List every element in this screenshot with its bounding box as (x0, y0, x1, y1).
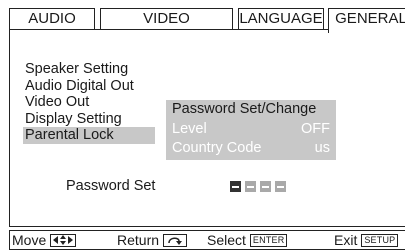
arrow-pad-icon (50, 233, 77, 247)
tab-language[interactable]: LANGUAGE (238, 8, 324, 30)
password-digit-box[interactable] (260, 181, 271, 192)
submenu-label: Level (172, 121, 207, 137)
menu-item-video-out[interactable]: Video Out (25, 94, 155, 111)
setup-key-label: SETUP (361, 233, 399, 247)
password-digit-box[interactable] (275, 181, 286, 192)
tab-bar: AUDIO VIDEO LANGUAGE GENERAL (9, 8, 405, 33)
submenu-password-set-change[interactable]: Password Set/Change (172, 100, 330, 118)
return-arrow-icon (163, 233, 188, 247)
password-digit-box[interactable] (245, 181, 256, 192)
submenu-level[interactable]: Level OFF (172, 120, 330, 138)
settings-menu: Speaker Setting Audio Digital Out Video … (23, 61, 155, 144)
move-hint: Move (12, 232, 77, 248)
exit-label: Exit (334, 232, 358, 248)
parental-lock-submenu: Password Set/Change Level OFF Country Co… (166, 100, 336, 160)
menu-item-audio-digital-out[interactable]: Audio Digital Out (25, 78, 155, 95)
tab-audio[interactable]: AUDIO (9, 8, 95, 30)
submenu-label: Password Set/Change (172, 101, 317, 117)
return-hint: Return (117, 232, 188, 248)
tab-video[interactable]: VIDEO (100, 8, 233, 30)
submenu-country-code[interactable]: Country Code us (172, 139, 330, 157)
enter-key-label: ENTER (249, 233, 288, 247)
menu-item-speaker-setting[interactable]: Speaker Setting (25, 61, 155, 78)
select-hint: Select ENTER (207, 232, 288, 248)
select-label: Select (207, 232, 246, 248)
password-input[interactable] (230, 181, 286, 192)
return-label: Return (117, 232, 160, 248)
tab-general[interactable]: GENERAL (328, 8, 405, 33)
key-hint-bar: Move Return Select ENTER Exit SETUP (9, 230, 405, 250)
submenu-label: Country Code (172, 140, 262, 156)
menu-item-display-setting[interactable]: Display Setting (25, 111, 155, 128)
password-digit-box[interactable] (230, 181, 241, 192)
submenu-value: OFF (301, 121, 330, 137)
exit-hint: Exit SETUP (334, 232, 399, 248)
submenu-value: us (314, 140, 330, 156)
move-label: Move (12, 232, 47, 248)
password-set-label: Password Set (66, 178, 156, 194)
menu-item-parental-lock[interactable]: Parental Lock (23, 127, 155, 144)
